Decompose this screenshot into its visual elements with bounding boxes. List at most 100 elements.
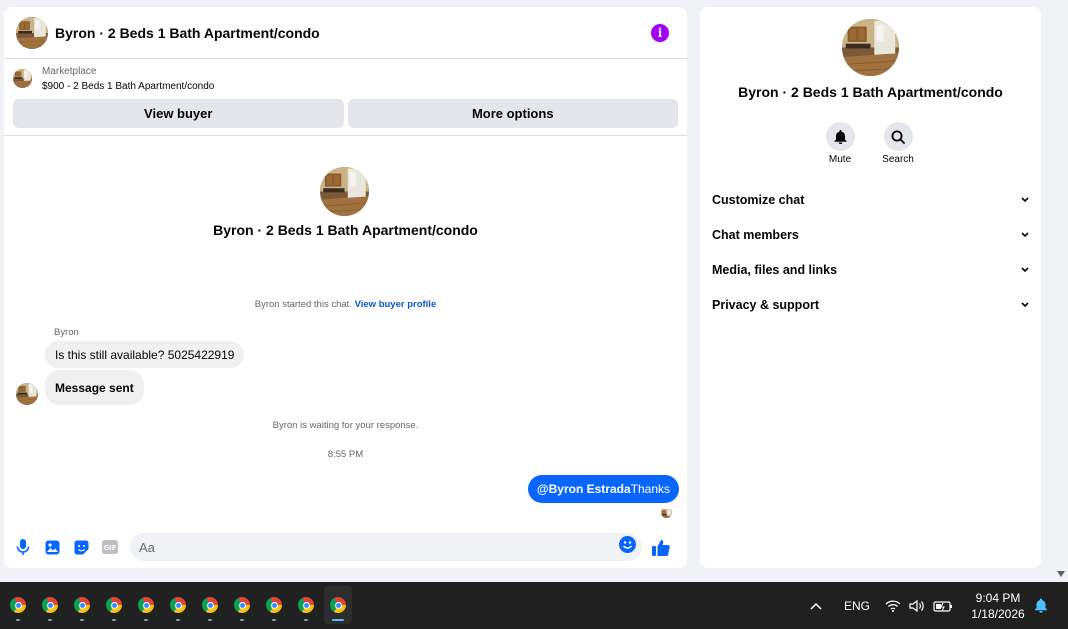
incoming-message[interactable]: Is this still available? 5025422919 <box>45 341 245 368</box>
chrome-icon <box>234 597 250 613</box>
sticker-icon[interactable] <box>70 536 92 558</box>
conversation-avatar <box>320 167 369 216</box>
info-title: Byron · 2 Beds 1 Bath Apartment/condo <box>738 84 1003 100</box>
mute-action[interactable]: Mute <box>810 122 870 165</box>
show-hidden-icons-button[interactable] <box>810 582 822 629</box>
outgoing-text: Thanks <box>630 482 670 496</box>
thumbs-up-icon[interactable] <box>650 536 672 558</box>
chat-panel: Byron · 2 Beds 1 Bath Apartment/condo i … <box>4 7 687 568</box>
search-action[interactable]: Search <box>868 122 928 165</box>
message-list: Byron · 2 Beds 1 Bath Apartment/condo By… <box>4 136 687 522</box>
privacy-support-section[interactable]: Privacy & support <box>712 294 1029 316</box>
chrome-icon <box>106 597 122 613</box>
chrome-icon <box>266 597 282 613</box>
clock-time: 9:04 PM <box>975 591 1021 605</box>
info-icon[interactable]: i <box>651 23 669 42</box>
emoji-icon[interactable] <box>619 536 636 558</box>
chat-info-panel: Byron · 2 Beds 1 Bath Apartment/condo Mu… <box>700 7 1041 568</box>
system-clock[interactable]: 9:04 PM 1/18/2026 <box>962 590 1034 622</box>
running-indicator <box>272 619 276 621</box>
marketplace-bar: Marketplace $900 - 2 Beds 1 Bath Apartme… <box>4 59 687 136</box>
taskbar-app-button[interactable] <box>260 586 288 624</box>
taskbar: ENG 9:04 PM 1/18/2026 <box>0 582 1068 629</box>
svg-text:GIF: GIF <box>103 544 116 552</box>
incoming-message[interactable]: Message sent <box>45 370 144 405</box>
taskbar-app-button[interactable] <box>36 586 64 624</box>
clock-date: 1/18/2026 <box>971 607 1025 621</box>
taskbar-app-button[interactable] <box>68 586 96 624</box>
message-timestamp: 8:55 PM <box>327 449 364 460</box>
conversation-title: Byron · 2 Beds 1 Bath Apartment/condo <box>213 222 478 238</box>
bell-icon[interactable] <box>825 122 855 151</box>
seen-indicator-avatar <box>661 507 672 518</box>
chrome-icon <box>202 597 218 613</box>
message-input-wrapper <box>130 533 642 561</box>
chat-title[interactable]: Byron · 2 Beds 1 Bath Apartment/condo <box>55 25 651 41</box>
chat-started-text: Byron started this chat. <box>254 299 352 310</box>
running-indicator <box>332 619 344 621</box>
view-buyer-button[interactable]: View buyer <box>13 99 344 128</box>
wifi-icon[interactable] <box>885 582 901 629</box>
photo-icon[interactable] <box>41 536 63 558</box>
more-options-button[interactable]: More options <box>347 99 678 128</box>
listing-line[interactable]: $900 - 2 Beds 1 Bath Apartment/condo <box>42 79 214 95</box>
taskbar-app-button[interactable] <box>292 586 320 624</box>
chevron-down-icon <box>1021 267 1029 273</box>
marketplace-label: Marketplace <box>42 66 97 77</box>
battery-icon[interactable] <box>933 582 953 629</box>
chevron-down-icon <box>1021 197 1029 203</box>
taskbar-app-button[interactable] <box>164 586 192 624</box>
gif-icon[interactable]: GIF <box>99 536 121 558</box>
section-label: Customize chat <box>712 193 805 207</box>
search-icon[interactable] <box>883 122 913 151</box>
chrome-icon <box>74 597 90 613</box>
taskbar-app-button[interactable] <box>132 586 160 624</box>
microphone-icon[interactable] <box>12 536 34 558</box>
composer: GIF <box>4 526 687 568</box>
language-indicator[interactable]: ENG <box>844 582 870 629</box>
running-indicator <box>208 619 212 621</box>
mention[interactable]: @Byron Estrada <box>537 482 631 496</box>
customize-chat-section[interactable]: Customize chat <box>712 189 1029 211</box>
media-files-links-section[interactable]: Media, files and links <box>712 259 1029 281</box>
outgoing-message[interactable]: @Byron Estrada Thanks <box>527 475 679 503</box>
section-label: Media, files and links <box>712 263 838 277</box>
chat-avatar[interactable] <box>16 17 48 49</box>
chrome-icon <box>330 597 346 613</box>
section-label: Privacy & support <box>712 298 819 312</box>
chevron-down-icon <box>1021 232 1029 238</box>
running-indicator <box>304 619 308 621</box>
running-indicator <box>16 619 20 621</box>
running-indicator <box>176 619 180 621</box>
listing-thumbnail[interactable] <box>13 69 32 88</box>
chrome-icon <box>138 597 154 613</box>
chrome-icon <box>170 597 186 613</box>
running-indicator <box>144 619 148 621</box>
chat-header: Byron · 2 Beds 1 Bath Apartment/condo i <box>4 7 687 59</box>
search-label: Search <box>882 154 914 165</box>
chrome-icon <box>42 597 58 613</box>
chevron-down-icon <box>1021 302 1029 308</box>
taskbar-app-button[interactable] <box>100 586 128 624</box>
notification-bell-icon[interactable] <box>1034 582 1048 629</box>
taskbar-app-button[interactable] <box>4 586 32 624</box>
chat-started-notice: Byron started this chat. View buyer prof… <box>4 299 687 310</box>
info-avatar <box>842 19 899 76</box>
message-input[interactable] <box>139 539 619 555</box>
volume-icon[interactable] <box>909 582 925 629</box>
waiting-notice: Byron is waiting for your response. <box>272 420 419 431</box>
sender-avatar[interactable] <box>16 383 38 405</box>
running-indicator <box>80 619 84 621</box>
chat-members-section[interactable]: Chat members <box>712 224 1029 246</box>
chrome-icon <box>298 597 314 613</box>
scroll-down-arrow-icon[interactable] <box>1057 570 1065 578</box>
chevron-up-icon <box>810 602 822 610</box>
running-indicator <box>240 619 244 621</box>
taskbar-app-button[interactable] <box>196 586 224 624</box>
view-buyer-profile-link[interactable]: View buyer profile <box>355 299 437 310</box>
taskbar-app-button[interactable] <box>228 586 256 624</box>
running-indicator <box>112 619 116 621</box>
taskbar-app-button[interactable] <box>324 586 352 624</box>
running-indicator <box>48 619 52 621</box>
chrome-icon <box>10 597 26 613</box>
